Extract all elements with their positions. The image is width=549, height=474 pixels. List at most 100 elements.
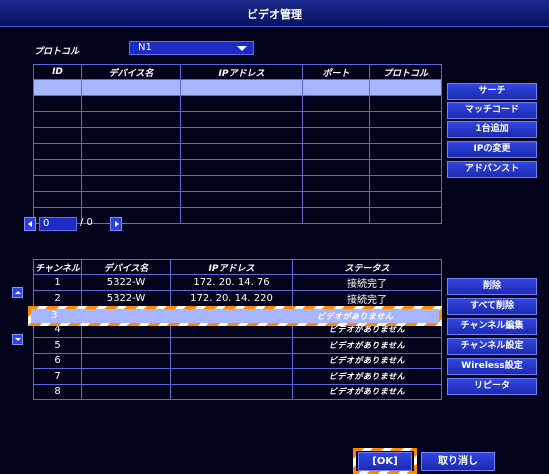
device-table: ID デバイス名 IPアドレス ポート プロトコル (33, 64, 442, 224)
protocol-label: プロトコル (34, 47, 80, 57)
table-cell (180, 127, 303, 144)
page-prev-button[interactable] (24, 217, 36, 231)
table-cell (33, 175, 82, 192)
table-cell (81, 191, 181, 208)
page-number-input[interactable]: 0 (39, 217, 77, 231)
channel-number: 7 (33, 368, 82, 385)
table-cell (302, 127, 370, 144)
table-cell (302, 143, 370, 160)
table-cell (33, 159, 82, 176)
table-row[interactable]: 1 5322-W 172. 20. 14. 76 接続完了 (33, 274, 442, 291)
table-row[interactable]: 7 ビデオがありません (33, 368, 442, 385)
cancel-button[interactable]: 取り消し (421, 452, 495, 471)
status: ビデオがありません (292, 383, 442, 400)
channel-number: 1 (33, 274, 82, 291)
table-cell (81, 159, 181, 176)
table-cell (180, 159, 303, 176)
ip-address (170, 352, 293, 369)
table-cell (180, 207, 303, 224)
channel-edit-button[interactable]: チャンネル編集 (447, 318, 537, 335)
change-ip-button[interactable]: IPの変更 (447, 141, 537, 158)
window-title: ビデオ管理 (247, 8, 302, 21)
status: 接続完了 (292, 290, 442, 307)
wireless-settings-button[interactable]: Wireless設定 (447, 358, 537, 375)
table-row[interactable]: 4 ビデオがありません (33, 321, 442, 338)
channel-number: 5 (33, 337, 82, 354)
table-cell (81, 79, 181, 96)
table-row[interactable] (33, 175, 442, 192)
add-one-button[interactable]: 1台追加 (447, 121, 537, 138)
status: ビデオがありません (292, 352, 442, 369)
col-ip-address: IPアドレス (180, 64, 303, 80)
device-name (81, 321, 171, 338)
match-code-button[interactable]: マッチコード (447, 102, 537, 119)
table-row[interactable]: 5 ビデオがありません (33, 337, 442, 354)
table-cell (302, 159, 370, 176)
device-name (81, 368, 171, 385)
delete-button[interactable]: 削除 (447, 278, 537, 295)
status: ビデオがありません (292, 321, 442, 338)
search-button[interactable]: サーチ (447, 83, 537, 100)
table-cell (302, 79, 370, 96)
ip-address (170, 368, 293, 385)
table-row[interactable] (33, 143, 442, 160)
channel-number: 8 (33, 383, 82, 400)
table-row[interactable] (33, 95, 442, 112)
table-cell (81, 95, 181, 112)
table-cell (180, 191, 303, 208)
scroll-up-icon[interactable] (12, 287, 23, 298)
table-cell (302, 191, 370, 208)
table-cell (369, 191, 442, 208)
table-cell (81, 143, 181, 160)
ip-address: 172. 20. 14. 220 (170, 290, 293, 307)
scroll-down-icon[interactable] (12, 334, 23, 345)
table-cell (369, 111, 442, 128)
channel-settings-button[interactable]: チャンネル設定 (447, 338, 537, 355)
table-cell (81, 175, 181, 192)
col-port: ポート (302, 64, 370, 80)
channel-number: 2 (33, 290, 82, 307)
advanced-button[interactable]: アドバンスト (447, 161, 537, 178)
channel-number: 4 (33, 321, 82, 338)
delete-all-button[interactable]: すべて削除 (447, 298, 537, 315)
table-row-selected[interactable] (33, 79, 442, 96)
table-row[interactable]: 6 ビデオがありません (33, 352, 442, 369)
channel-table: チャンネル デバイス名 IPアドレス ステータス 1 5322-W 172. 2… (33, 259, 442, 400)
table-row[interactable] (33, 207, 442, 224)
table-cell (81, 207, 181, 224)
table-row[interactable] (33, 127, 442, 144)
table-row[interactable] (33, 191, 442, 208)
table-cell (302, 111, 370, 128)
table-cell (369, 143, 442, 160)
ok-button[interactable]: [OK] (358, 452, 412, 471)
page-total: / 0 (80, 217, 93, 228)
status: ビデオがありません (292, 368, 442, 385)
ip-address (170, 337, 293, 354)
table-cell (180, 95, 303, 112)
table-cell (302, 95, 370, 112)
col-device-name: デバイス名 (81, 64, 181, 80)
page-next-button[interactable] (110, 217, 122, 231)
device-name (81, 352, 171, 369)
table-row[interactable]: 2 5322-W 172. 20. 14. 220 接続完了 (33, 290, 442, 307)
channel-number: 6 (33, 352, 82, 369)
table-row[interactable] (33, 159, 442, 176)
table-row[interactable] (33, 111, 442, 128)
device-name: 5322-W (81, 290, 171, 307)
table-row[interactable]: 8 ビデオがありません (33, 383, 442, 400)
device-name (81, 337, 171, 354)
status: ビデオがありません (292, 337, 442, 354)
table-cell (369, 207, 442, 224)
table-row-selected[interactable]: 3 ビデオがありません (33, 306, 442, 323)
table-cell (81, 127, 181, 144)
col-id: ID (33, 64, 82, 80)
col-device-name: デバイス名 (81, 259, 171, 275)
protocol-value: N1 (138, 42, 152, 53)
table-cell (302, 207, 370, 224)
protocol-select[interactable]: N1 (129, 41, 254, 55)
repeater-button[interactable]: リピータ (447, 378, 537, 395)
table-cell (33, 79, 82, 96)
table-cell (302, 175, 370, 192)
chevron-down-icon (237, 46, 247, 51)
table-cell (369, 95, 442, 112)
